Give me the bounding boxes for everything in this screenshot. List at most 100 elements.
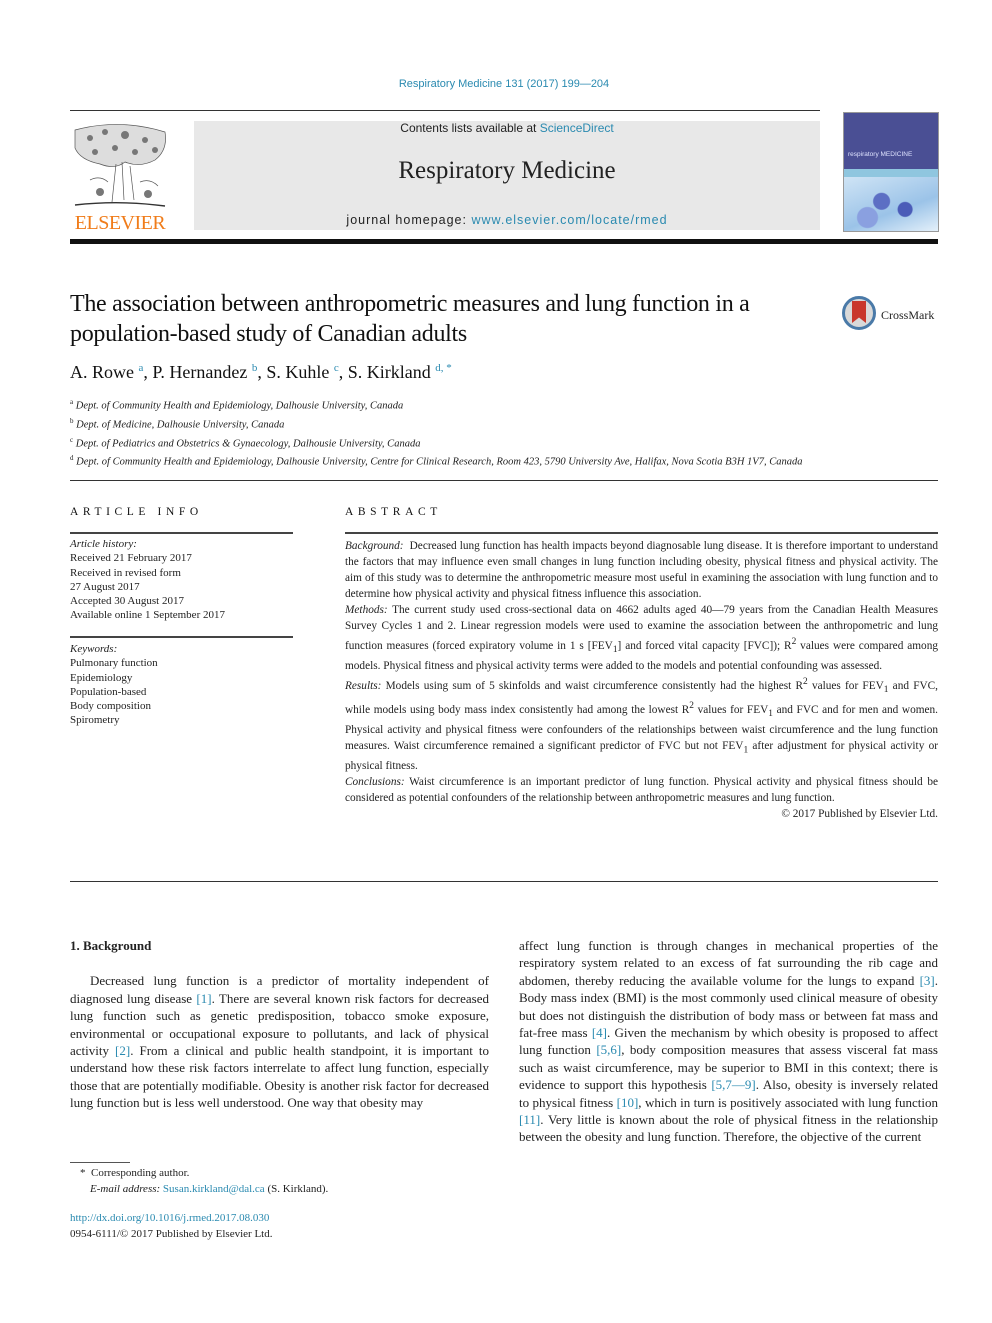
citation-link[interactable]: [2]: [115, 1043, 130, 1058]
affiliation-text: Dept. of Community Health and Epidemiolo…: [75, 400, 404, 412]
body-column-right: affect lung function is through changes …: [519, 937, 938, 1146]
citation-link[interactable]: [10]: [617, 1095, 639, 1110]
abstract-text: Models using sum of 5 skinfolds and wais…: [385, 679, 804, 692]
journal-homepage-link[interactable]: www.elsevier.com/locate/rmed: [471, 213, 667, 227]
doi-link[interactable]: http://dx.doi.org/10.1016/j.rmed.2017.08…: [70, 1212, 269, 1224]
journal-reference-link[interactable]: Respiratory Medicine 131 (2017) 199—204: [0, 78, 992, 90]
history-item: 27 August 2017: [70, 580, 140, 593]
author-name: P. Hernandez: [152, 362, 248, 382]
abstract-label: Background:: [345, 540, 404, 552]
abstract-text: values for FEV: [694, 703, 769, 716]
footnote: * Corresponding author. E-mail address: …: [80, 1166, 328, 1197]
issn-copyright: 0954-6111/© 2017 Published by Elsevier L…: [70, 1227, 273, 1240]
divider: [345, 532, 938, 534]
divider: [70, 480, 938, 481]
abstract-label: Conclusions:: [345, 776, 405, 789]
affiliation-item: b Dept. of Medicine, Dalhousie Universit…: [70, 414, 830, 433]
author-affiliation-link[interactable]: d, *: [435, 362, 452, 374]
doi-block: http://dx.doi.org/10.1016/j.rmed.2017.08…: [70, 1211, 272, 1242]
author-affiliation-link[interactable]: b: [252, 362, 258, 374]
abstract-text: values for FEV: [807, 679, 884, 692]
elsevier-wordmark: ELSEVIER: [74, 212, 166, 234]
citation-link[interactable]: [5,7—9]: [711, 1077, 755, 1092]
divider: [70, 636, 293, 638]
author-affiliation-link[interactable]: c: [334, 362, 339, 374]
affiliation-text: Dept. of Pediatrics and Obstetrics & Gyn…: [75, 438, 421, 450]
abstract-text: Waist circumference is an important pred…: [345, 776, 938, 805]
body-text: . From a clinical and public health stan…: [70, 1043, 489, 1111]
body-column-left: 1. Background Decreased lung function is…: [70, 937, 489, 1112]
abstract-text: Decreased lung function has health impac…: [345, 540, 938, 600]
citation-link[interactable]: [3]: [920, 973, 935, 988]
abstract-label: Methods:: [345, 604, 388, 616]
article-history: Article history: Received 21 February 20…: [70, 537, 295, 623]
elsevier-logo[interactable]: ELSEVIER: [70, 120, 170, 234]
contents-line: Contents lists available at ScienceDirec…: [194, 121, 820, 135]
journal-cover-thumbnail[interactable]: respiratory MEDICINE: [843, 112, 939, 232]
keyword-item: Body composition: [70, 700, 151, 713]
keyword-item: Spirometry: [70, 714, 120, 727]
citation-link[interactable]: [4]: [592, 1025, 607, 1040]
history-item: Accepted 30 August 2017: [70, 595, 184, 608]
footnote-divider: [70, 1162, 130, 1163]
contents-prefix: Contents lists available at: [400, 121, 540, 135]
keyword-item: Epidemiology: [70, 671, 133, 684]
author-affiliation-link[interactable]: a: [139, 362, 144, 374]
history-item: Available online 1 September 2017: [70, 609, 225, 622]
divider: [70, 532, 293, 534]
citation-link[interactable]: [5,6]: [596, 1042, 621, 1057]
author-list: A. Rowe a, P. Hernandez b, S. Kuhle c, S…: [70, 362, 452, 382]
affiliation-item: a Dept. of Community Health and Epidemio…: [70, 395, 830, 414]
affiliation-marker: b: [70, 416, 74, 425]
journal-header-box: Contents lists available at ScienceDirec…: [194, 121, 820, 230]
affiliation-marker: c: [70, 435, 74, 444]
abstract-methods: Methods: The current study used cross-se…: [345, 602, 938, 674]
cover-title: respiratory MEDICINE: [848, 151, 913, 158]
body-paragraph: affect lung function is through changes …: [519, 937, 938, 1146]
affiliation-item: d Dept. of Community Health and Epidemio…: [70, 451, 830, 470]
body-text: , which in turn is positively associated…: [638, 1094, 938, 1110]
affiliation-item: c Dept. of Pediatrics and Obstetrics & G…: [70, 433, 830, 452]
footnote-text: Corresponding author.: [91, 1167, 190, 1179]
abstract-heading: ABSTRACT: [345, 506, 442, 518]
sciencedirect-link[interactable]: ScienceDirect: [540, 121, 614, 135]
footnote-text: (S. Kirkland).: [264, 1182, 329, 1195]
homepage-line: journal homepage: www.elsevier.com/locat…: [194, 213, 820, 227]
citation-link[interactable]: [1]: [196, 991, 211, 1006]
footnote-marker: *: [80, 1167, 86, 1179]
divider: [70, 110, 820, 111]
history-item: Received 21 February 2017: [70, 552, 192, 565]
crossmark-button[interactable]: CrossMark: [842, 296, 942, 336]
corresponding-author-note: * Corresponding author.: [80, 1166, 328, 1182]
author-name: S. Kuhle: [266, 362, 330, 382]
cover-image: [844, 177, 938, 231]
homepage-prefix: journal homepage:: [346, 213, 472, 227]
body-text: affect lung function is through changes …: [519, 938, 938, 988]
header-divider: [70, 239, 938, 244]
journal-name: Respiratory Medicine: [398, 157, 616, 184]
keywords-label: Keywords:: [70, 643, 118, 655]
author-name: S. Kirkland: [347, 362, 431, 382]
history-label: Article history:: [70, 538, 137, 550]
affiliation-marker: a: [70, 398, 74, 406]
affiliation-text: Dept. of Community Health and Epidemiolo…: [76, 456, 803, 468]
abstract-label: Results:: [345, 679, 382, 692]
elsevier-tree-icon: [70, 120, 170, 212]
email-link[interactable]: Susan.kirkland@dal.ca: [163, 1183, 265, 1195]
keyword-item: Pulmonary function: [70, 657, 158, 670]
article-info-heading: ARTICLE INFO: [70, 506, 203, 518]
author-name: A. Rowe: [70, 362, 134, 382]
citation-link[interactable]: [11]: [519, 1112, 540, 1127]
history-item: Received in revised form: [70, 566, 181, 579]
email-line: E-mail address: Susan.kirkland@dal.ca (S…: [80, 1182, 328, 1198]
affiliations: a Dept. of Community Health and Epidemio…: [70, 395, 830, 470]
article-title: The association between anthropometric m…: [70, 291, 750, 347]
keywords: Keywords: Pulmonary function Epidemiolog…: [70, 642, 295, 728]
abstract-text: ] and forced vital capacity [FVC]); R: [617, 639, 792, 652]
body-paragraph: Decreased lung function is a predictor o…: [70, 972, 489, 1111]
body-text: . Very little is known about the role of…: [519, 1112, 938, 1145]
divider: [70, 881, 938, 882]
abstract-conclusions: Conclusions: Waist circumference is an i…: [345, 774, 938, 806]
crossmark-label: CrossMark: [881, 308, 935, 322]
abstract-copyright: © 2017 Published by Elsevier Ltd.: [781, 808, 938, 821]
